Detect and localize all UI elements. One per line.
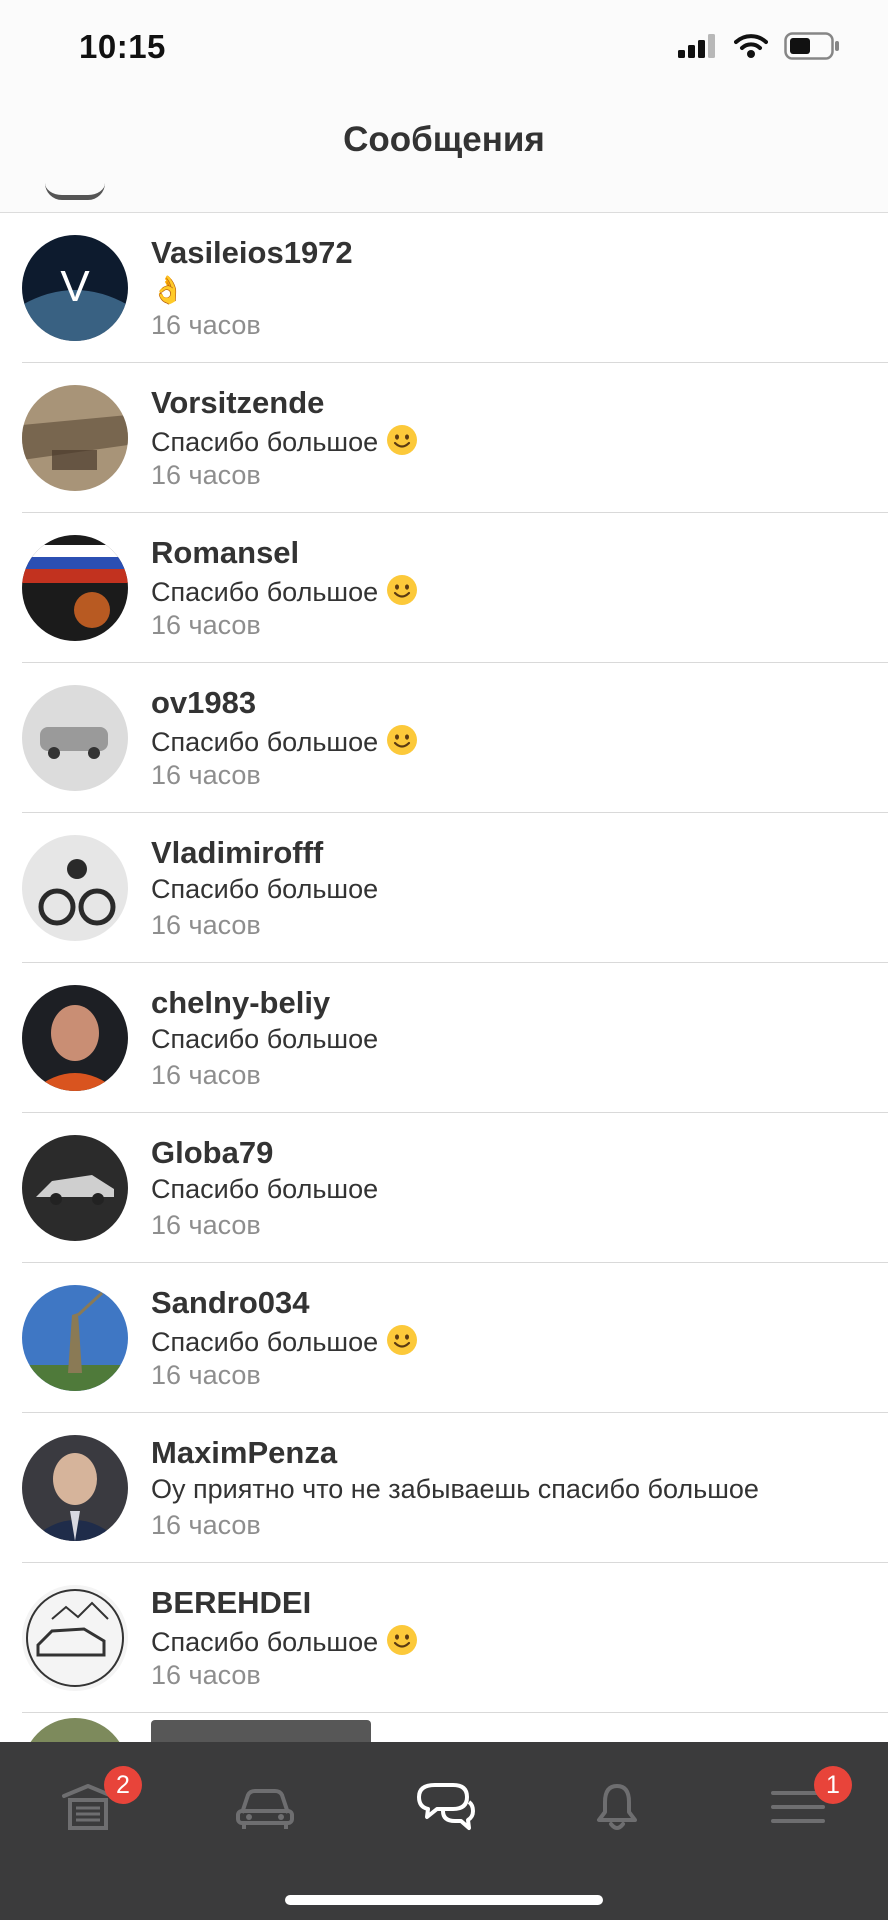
smile-emoji-icon [387, 425, 418, 455]
conversation-message: Спасибо большое [151, 874, 379, 904]
conversation-time: 16 часов [151, 460, 261, 490]
svg-text:V: V [60, 262, 90, 311]
status-bar: 10:15 [0, 0, 888, 100]
nav-bar: Сообщения [0, 100, 888, 213]
conversation-item[interactable]: chelny-beliy Спасибо большое 16 часов [0, 963, 888, 1113]
conversation-item[interactable]: MaximPenza Оу приятно что не забываешь с… [0, 1413, 888, 1563]
tab-menu[interactable]: 1 [738, 1766, 858, 1842]
smile-emoji-icon [387, 725, 418, 755]
battery-icon [784, 32, 839, 60]
conversation-message: Спасибо большое [151, 1624, 418, 1658]
avatar [22, 1285, 128, 1391]
tab-bar: 2 1 [0, 1742, 888, 1920]
conversation-name: Sandro034 [151, 1285, 310, 1320]
conversation-message: Спасибо большое [151, 724, 418, 758]
conversation-time: 16 часов [151, 1060, 261, 1090]
conversation-name: Vasileios1972 [151, 235, 353, 270]
conversation-name: Globa79 [151, 1135, 274, 1170]
home-indicator[interactable] [285, 1895, 603, 1905]
conversation-message: Спасибо большое [151, 424, 418, 458]
notification-badge: 1 [814, 1766, 852, 1804]
conversation-item[interactable]: Sandro034 Спасибо большое 16 часов [0, 1263, 888, 1413]
conversation-name: Romansel [151, 535, 300, 570]
conversation-time: 16 часов [151, 310, 261, 340]
conversation-message: 👌 [151, 275, 185, 305]
avatar [22, 385, 128, 491]
avatar: V [22, 235, 128, 341]
signal-icon [678, 34, 715, 58]
tab-messages[interactable] [384, 1772, 504, 1842]
conversation-time: 16 часов [151, 910, 261, 940]
conversation-time: 16 часов [151, 1360, 261, 1390]
conversation-time: 16 часов [151, 1510, 261, 1540]
notification-badge: 2 [104, 1766, 142, 1804]
conversation-name: BEREHDEI [151, 1585, 312, 1620]
conversation-message: Спасибо большое [151, 1024, 379, 1054]
conversation-message: Спасибо большое [151, 1324, 418, 1358]
conversation-name: MaximPenza [151, 1435, 338, 1470]
smile-emoji-icon [387, 1325, 418, 1355]
smile-emoji-icon [387, 575, 418, 605]
page-title: Сообщения [343, 120, 545, 159]
conversation-item[interactable]: V Vasileios1972 👌 16 часов [0, 213, 888, 363]
conversation-list[interactable]: V Vasileios1972 👌 16 часов Vorsitzende С… [0, 213, 888, 1713]
smile-emoji-icon [387, 1625, 418, 1655]
conversation-message: Оу приятно что не забываешь спасибо боль… [151, 1474, 759, 1504]
conversation-name: chelny-beliy [151, 985, 331, 1020]
avatar [22, 985, 128, 1091]
chat-bubbles-icon [417, 1783, 475, 1830]
conversation-item[interactable]: Romansel Спасибо большое 16 часов [0, 513, 888, 663]
tab-notifications[interactable] [557, 1772, 677, 1842]
conversation-message: Спасибо большое [151, 574, 418, 608]
conversation-name: Vorsitzende [151, 385, 325, 420]
avatar [22, 1135, 128, 1241]
avatar [22, 835, 128, 941]
status-time: 10:15 [79, 28, 166, 65]
status-icons [678, 32, 840, 60]
previous-item-avatar-edge [45, 183, 105, 200]
conversation-item[interactable]: ov1983 Спасибо большое 16 часов [0, 663, 888, 813]
bell-icon [597, 1784, 637, 1830]
wifi-icon [734, 34, 768, 58]
avatar [22, 1435, 128, 1541]
conversation-name: Vladimirofff [151, 835, 324, 870]
conversation-time: 16 часов [151, 760, 261, 790]
conversation-item[interactable]: Vladimirofff Спасибо большое 16 часов [0, 813, 888, 963]
avatar [22, 1585, 128, 1691]
conversation-item[interactable]: BEREHDEI Спасибо большое 16 часов [0, 1563, 888, 1713]
conversation-name: ov1983 [151, 685, 257, 720]
tab-garage[interactable]: 2 [28, 1766, 148, 1842]
conversation-item[interactable]: Vorsitzende Спасибо большое 16 часов [0, 363, 888, 513]
conversation-message: Спасибо большое [151, 1174, 379, 1204]
conversation-time: 16 часов [151, 1210, 261, 1240]
conversation-item[interactable]: Globa79 Спасибо большое 16 часов [0, 1113, 888, 1263]
avatar [22, 685, 128, 791]
conversation-time: 16 часов [151, 610, 261, 640]
next-item-peek [0, 1718, 888, 1743]
avatar [22, 535, 128, 641]
tab-car[interactable] [205, 1772, 325, 1842]
conversation-time: 16 часов [151, 1660, 261, 1690]
car-icon [236, 1789, 294, 1829]
